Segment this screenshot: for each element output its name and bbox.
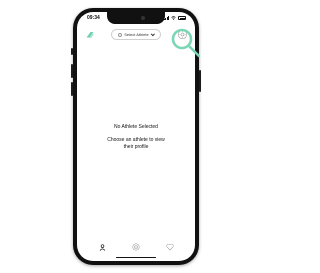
wifi-icon — [171, 16, 176, 20]
person-icon — [99, 243, 105, 251]
tab-bar — [77, 240, 195, 254]
tab-goals[interactable] — [131, 242, 141, 252]
empty-state-title: No Athlete Selected — [114, 124, 158, 130]
home-indicator — [116, 256, 156, 258]
empty-state: No Athlete Selected Choose an athlete to… — [77, 124, 195, 151]
battery-icon — [178, 16, 186, 20]
select-athlete-label: Select Athlete — [124, 32, 149, 37]
brand-logo-icon — [86, 32, 94, 38]
status-icons — [163, 16, 186, 20]
tab-profile[interactable] — [97, 242, 107, 252]
volume-up-button — [71, 64, 73, 78]
status-time: 09:34 — [87, 15, 100, 21]
mute-switch — [71, 48, 73, 55]
settings-icon[interactable] — [177, 29, 188, 40]
tab-favorites[interactable] — [165, 242, 175, 252]
app-screen: 09:34 Select Athlete No Athlete Selected… — [77, 12, 195, 261]
heart-icon — [166, 243, 174, 251]
power-button — [199, 70, 201, 92]
select-athlete-dropdown[interactable]: Select Athlete — [111, 29, 161, 40]
target-icon — [132, 243, 140, 251]
status-bar: 09:34 — [77, 12, 195, 26]
app-header: Select Athlete — [77, 27, 195, 43]
volume-down-button — [71, 82, 73, 96]
athlete-avatar-icon — [118, 32, 123, 37]
phone-frame: 09:34 Select Athlete No Athlete Selected… — [71, 8, 201, 265]
signal-icon — [163, 16, 169, 20]
empty-state-message: Choose an athlete to view their profile — [107, 137, 165, 150]
chevron-down-icon — [150, 32, 155, 37]
